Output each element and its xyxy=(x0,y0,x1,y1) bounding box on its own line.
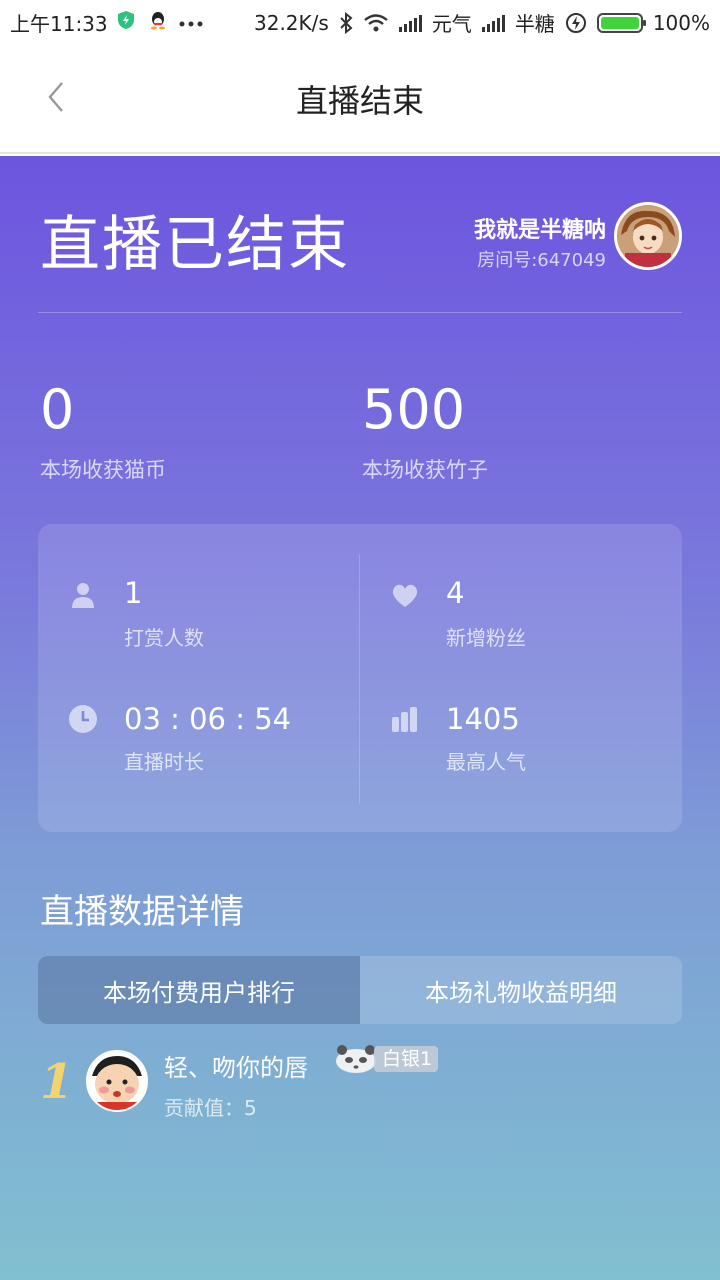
details-tabs: 本场付费用户排行 本场礼物收益明细 xyxy=(38,956,682,1024)
status-right: 32.2K/s 元气 半糖 100% xyxy=(254,8,710,37)
new-fans-label: 新增粉丝 xyxy=(446,626,526,650)
battery-percent: 100% xyxy=(652,10,710,35)
bar-chart-icon xyxy=(392,707,417,732)
user-avatar-image xyxy=(88,1052,146,1110)
live-ended-title: 直播已结束 xyxy=(40,210,350,280)
new-fans-value: 4 xyxy=(446,576,465,610)
peak-popularity-value: 1405 xyxy=(446,702,520,736)
status-bar: 上午11:33 32.2K/s 元气 半糖 100% xyxy=(0,0,720,40)
divider xyxy=(38,312,682,313)
section-title: 直播数据详情 xyxy=(40,892,244,932)
user-avatar[interactable] xyxy=(86,1050,148,1112)
status-time: 上午11:33 xyxy=(10,12,108,36)
rank-number: 1 xyxy=(40,1054,74,1110)
peak-popularity-label: 最高人气 xyxy=(446,750,526,774)
clock-icon xyxy=(69,705,97,733)
battery-level xyxy=(600,16,639,29)
signal-icon xyxy=(398,14,422,32)
carrier-1: 元气 xyxy=(431,12,472,36)
heart-icon xyxy=(392,584,418,607)
panda-icon xyxy=(336,1045,376,1073)
user-icon xyxy=(72,583,94,608)
room-number: 房间号:647049 xyxy=(477,250,606,271)
bamboo-label: 本场收获竹子 xyxy=(362,458,488,482)
tab-paying-users-ranking[interactable]: 本场付费用户排行 xyxy=(38,956,360,1024)
user-contribution: 贡献值：5 xyxy=(164,1096,257,1120)
wifi-icon xyxy=(364,13,388,31)
stats-divider xyxy=(359,554,360,804)
network-speed: 32.2K/s xyxy=(254,10,329,35)
duration-value: 03 : 06 : 54 xyxy=(124,702,292,736)
charging-icon xyxy=(565,12,586,33)
host-name: 我就是半糖呐 xyxy=(473,218,606,243)
tab-gift-income-details[interactable]: 本场礼物收益明细 xyxy=(360,956,682,1024)
app-header: 直播结束 xyxy=(0,40,720,154)
battery-icon xyxy=(596,12,646,33)
qq-icon xyxy=(151,12,165,30)
tippers-value: 1 xyxy=(124,576,143,610)
bluetooth-icon xyxy=(340,11,353,34)
host-avatar-image xyxy=(617,205,679,267)
shield-icon xyxy=(118,11,134,29)
cat-coins-value: 0 xyxy=(40,378,75,441)
stats-card: 1 打赏人数 4 新增粉丝 03 : 06 : 54 直播时长 1405 最高人… xyxy=(38,524,682,832)
level-badge: 白银1 xyxy=(334,1044,439,1074)
user-name: 轻、吻你的唇 xyxy=(164,1054,308,1082)
more-dots-icon xyxy=(179,21,203,27)
signal-icon xyxy=(481,14,505,32)
tippers-label: 打赏人数 xyxy=(124,626,204,650)
live-summary-panel: 直播已结束 我就是半糖呐 房间号:647049 0 本场收获猫币 500 本场收… xyxy=(0,156,720,1280)
bamboo-value: 500 xyxy=(362,378,466,441)
host-avatar[interactable] xyxy=(614,202,682,270)
cat-coins-label: 本场收获猫币 xyxy=(40,458,166,482)
level-badge-text: 白银1 xyxy=(374,1046,439,1072)
page-title: 直播结束 xyxy=(295,82,424,120)
duration-label: 直播时长 xyxy=(124,750,204,774)
carrier-2: 半糖 xyxy=(514,12,555,36)
